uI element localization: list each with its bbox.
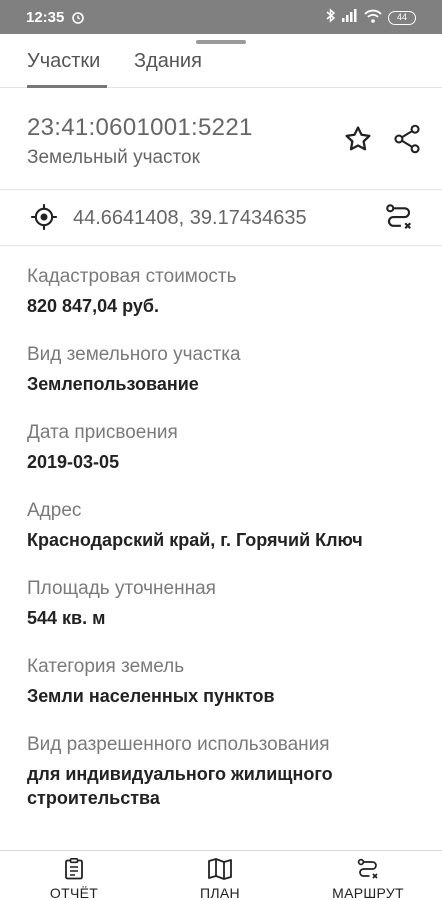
nav-report-button[interactable]: ОТЧЁТ: [24, 857, 124, 900]
alarm-icon: [71, 10, 85, 29]
nav-plan-button[interactable]: ПЛАН: [170, 857, 270, 900]
field-label: Категория земель: [27, 656, 185, 677]
nav-route-button[interactable]: МАРШРУТ: [318, 857, 418, 900]
bluetooth-icon: [326, 8, 336, 28]
wifi-icon: [364, 9, 382, 28]
object-type: Земельный участок: [27, 147, 200, 168]
star-icon[interactable]: [343, 124, 373, 159]
nav-plan-label: ПЛАН: [200, 885, 240, 900]
cadastral-number: 23:41:0601001:5221: [27, 114, 253, 141]
field-value: Земли населенных пунктов: [27, 686, 275, 706]
field-label: Адрес: [27, 500, 82, 521]
status-time: 12:35: [26, 9, 65, 26]
field-label: Вид земельного участка: [27, 344, 241, 365]
field-parcel-kind: Вид земельного участка Землепользование: [27, 341, 417, 396]
tab-bar: Участки Здания: [0, 44, 442, 88]
coordinates-text[interactable]: 44.6641408, 39.17434635: [73, 207, 307, 230]
report-icon: [24, 857, 124, 881]
field-label: Площадь уточненная: [27, 578, 216, 599]
nav-route-label: МАРШРУТ: [332, 885, 404, 900]
field-value: 820 847,04 руб.: [27, 296, 159, 316]
map-icon: [170, 857, 270, 881]
gps-icon[interactable]: [30, 203, 58, 236]
field-assignment-date: Дата присвоения 2019-03-05: [27, 419, 417, 474]
route-icon: [318, 857, 418, 881]
signal-icon: [342, 9, 358, 27]
field-value: для индивидуального жилищного строительс…: [27, 764, 333, 808]
parcel-details: Кадастровая стоимость 820 847,04 руб. Ви…: [27, 263, 417, 833]
field-label: Вид разрешенного использования: [27, 734, 330, 755]
field-cadastral-value: Кадастровая стоимость 820 847,04 руб.: [27, 263, 417, 318]
battery-icon: 44: [388, 11, 416, 25]
share-icon[interactable]: [393, 124, 421, 159]
field-value: Землепользование: [27, 374, 199, 394]
field-permitted-use: Вид разрешенного использования для индив…: [27, 731, 417, 810]
nav-report-label: ОТЧЁТ: [49, 885, 99, 900]
field-label: Дата присвоения: [27, 422, 178, 443]
field-value: 2019-03-05: [27, 452, 120, 472]
field-land-category: Категория земель Земли населенных пункто…: [27, 653, 417, 708]
field-area: Площадь уточненная 544 кв. м: [27, 575, 417, 630]
coordinates-row: 44.6641408, 39.17434635: [0, 190, 442, 246]
parcel-header: 23:41:0601001:5221 Земельный участок: [0, 88, 442, 190]
tab-parcels[interactable]: Участки: [27, 50, 100, 73]
field-address: Адрес Краснодарский край, г. Горячий Клю…: [27, 497, 417, 552]
route-icon[interactable]: [384, 202, 414, 237]
field-value: 544 кв. м: [27, 608, 106, 628]
bottom-navigation: ОТЧЁТ ПЛАН МАРШРУТ: [0, 850, 442, 900]
field-value: Краснодарский край, г. Горячий Ключ: [27, 530, 363, 550]
field-label: Кадастровая стоимость: [27, 266, 237, 287]
status-bar: 12:35 44: [0, 0, 442, 34]
tab-buildings[interactable]: Здания: [134, 50, 202, 73]
